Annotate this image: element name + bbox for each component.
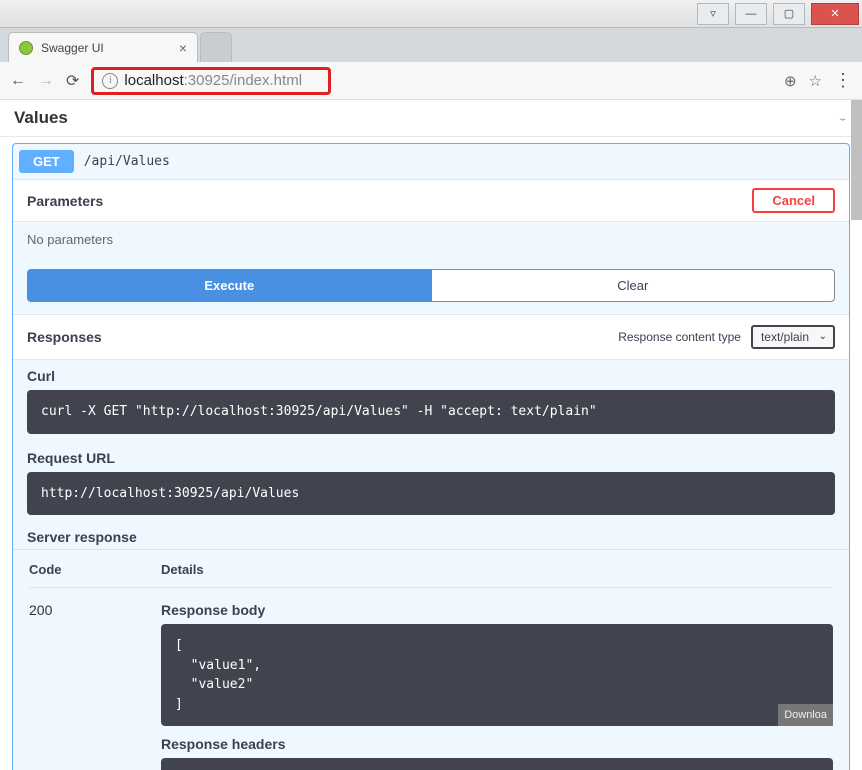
- url-path: :30925/index.html: [184, 72, 302, 89]
- toolbar: ← → ⟳ i localhost:30925/index.html ⊕ ☆ ⋮: [0, 62, 862, 100]
- parameters-title: Parameters: [27, 193, 103, 209]
- forward-button[interactable]: →: [38, 72, 54, 90]
- server-response-title: Server response: [13, 523, 849, 550]
- response-table: Code Details 200 Response body [ "value1…: [27, 550, 835, 770]
- responses-title: Responses: [27, 329, 102, 345]
- window-titlebar: ▿ — ▢ ✕: [0, 0, 862, 28]
- tag-name: Values: [14, 108, 68, 128]
- close-window-button[interactable]: ✕: [811, 3, 859, 25]
- method-badge: GET: [19, 150, 74, 173]
- no-parameters-text: No parameters: [13, 222, 849, 257]
- operation-block: GET /api/Values Parameters Cancel No par…: [12, 143, 850, 770]
- browser-menu-icon[interactable]: ⋮: [834, 70, 852, 91]
- curl-title: Curl: [27, 368, 835, 384]
- chevron-down-icon: ⌄: [819, 331, 827, 342]
- response-body-title: Response body: [161, 602, 833, 618]
- cancel-button[interactable]: Cancel: [752, 188, 835, 213]
- site-info-icon[interactable]: i: [102, 73, 118, 89]
- back-button[interactable]: ←: [10, 72, 26, 90]
- content-type-select[interactable]: text/plain ⌄: [751, 325, 835, 349]
- response-body: [ "value1", "value2" ]Downloa: [161, 624, 833, 726]
- request-url: http://localhost:30925/api/Values: [27, 472, 835, 516]
- request-url-title: Request URL: [27, 450, 835, 466]
- tab-strip: Swagger UI ×: [0, 28, 862, 62]
- tab-title: Swagger UI: [41, 41, 104, 55]
- scrollbar[interactable]: [851, 100, 862, 220]
- content-type-label: Response content type: [618, 330, 741, 344]
- content-type-value: text/plain: [761, 330, 809, 344]
- swagger-favicon: [19, 41, 33, 55]
- operation-header[interactable]: GET /api/Values: [13, 144, 849, 180]
- response-headers: content-type: application/json; charset=…: [161, 758, 833, 770]
- bookmark-star-icon[interactable]: ☆: [809, 72, 822, 90]
- browser-tab-active[interactable]: Swagger UI ×: [8, 32, 198, 62]
- code-header: Code: [29, 552, 159, 588]
- user-menu-button[interactable]: ▿: [697, 3, 729, 25]
- url-host: localhost: [124, 72, 183, 89]
- chevron-down-icon: ⌄: [837, 113, 848, 123]
- tab-close-icon[interactable]: ×: [179, 40, 187, 56]
- download-button[interactable]: Downloa: [778, 704, 833, 727]
- response-code: 200: [29, 590, 159, 770]
- maximize-button[interactable]: ▢: [773, 3, 805, 25]
- address-bar[interactable]: i localhost:30925/index.html: [91, 67, 331, 95]
- operation-path: /api/Values: [84, 154, 170, 169]
- curl-command: curl -X GET "http://localhost:30925/api/…: [27, 390, 835, 434]
- response-headers-title: Response headers: [161, 736, 833, 752]
- clear-button[interactable]: Clear: [432, 269, 836, 302]
- new-tab-button[interactable]: [200, 32, 232, 62]
- minimize-button[interactable]: —: [735, 3, 767, 25]
- execute-button[interactable]: Execute: [27, 269, 432, 302]
- page-content: Values ⌄ GET /api/Values Parameters Canc…: [0, 100, 862, 770]
- zoom-icon[interactable]: ⊕: [784, 72, 797, 90]
- tag-header[interactable]: Values ⌄: [0, 100, 862, 137]
- reload-button[interactable]: ⟳: [66, 71, 79, 91]
- details-header: Details: [161, 552, 833, 588]
